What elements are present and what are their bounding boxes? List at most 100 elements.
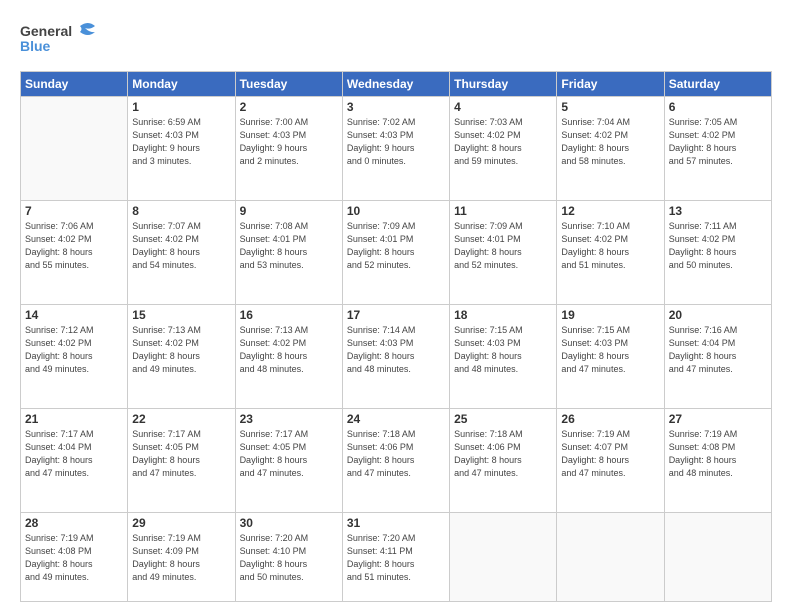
calendar-cell: 19 Sunrise: 7:15 AM Sunset: 4:03 PM Dayli… bbox=[557, 305, 664, 409]
day-info: Sunrise: 7:05 AM Sunset: 4:02 PM Dayligh… bbox=[669, 116, 767, 168]
calendar-cell: 30 Sunrise: 7:20 AM Sunset: 4:10 PM Dayli… bbox=[235, 513, 342, 602]
calendar-cell: 24 Sunrise: 7:18 AM Sunset: 4:06 PM Dayli… bbox=[342, 409, 449, 513]
day-number: 13 bbox=[669, 204, 767, 218]
day-info: Sunrise: 7:16 AM Sunset: 4:04 PM Dayligh… bbox=[669, 324, 767, 376]
week-row-1: 1 Sunrise: 6:59 AM Sunset: 4:03 PM Daylig… bbox=[21, 97, 772, 201]
day-info: Sunrise: 7:14 AM Sunset: 4:03 PM Dayligh… bbox=[347, 324, 445, 376]
day-number: 3 bbox=[347, 100, 445, 114]
day-number: 20 bbox=[669, 308, 767, 322]
calendar-cell: 14 Sunrise: 7:12 AM Sunset: 4:02 PM Dayli… bbox=[21, 305, 128, 409]
day-number: 28 bbox=[25, 516, 123, 530]
header: General Blue bbox=[20, 18, 772, 63]
day-number: 18 bbox=[454, 308, 552, 322]
day-header-monday: Monday bbox=[128, 72, 235, 97]
day-number: 29 bbox=[132, 516, 230, 530]
calendar-cell bbox=[450, 513, 557, 602]
day-number: 5 bbox=[561, 100, 659, 114]
calendar-cell: 7 Sunrise: 7:06 AM Sunset: 4:02 PM Daylig… bbox=[21, 201, 128, 305]
logo: General Blue bbox=[20, 18, 100, 63]
calendar-cell: 12Sunrise: 7:10 AM Sunset: 4:02 PM Dayli… bbox=[557, 201, 664, 305]
logo-container: General Blue bbox=[20, 18, 100, 63]
day-number: 23 bbox=[240, 412, 338, 426]
day-number: 12 bbox=[561, 204, 659, 218]
day-header-wednesday: Wednesday bbox=[342, 72, 449, 97]
week-row-3: 14 Sunrise: 7:12 AM Sunset: 4:02 PM Dayli… bbox=[21, 305, 772, 409]
day-number: 9 bbox=[240, 204, 338, 218]
day-number: 31 bbox=[347, 516, 445, 530]
day-number: 11 bbox=[454, 204, 552, 218]
day-number: 24 bbox=[347, 412, 445, 426]
day-number: 19 bbox=[561, 308, 659, 322]
week-row-5: 28 Sunrise: 7:19 AM Sunset: 4:08 PM Dayli… bbox=[21, 513, 772, 602]
day-number: 2 bbox=[240, 100, 338, 114]
day-number: 1 bbox=[132, 100, 230, 114]
calendar-cell: 10 Sunrise: 7:09 AM Sunset: 4:01 PM Dayli… bbox=[342, 201, 449, 305]
day-number: 17 bbox=[347, 308, 445, 322]
day-info: Sunrise: 7:03 AM Sunset: 4:02 PM Dayligh… bbox=[454, 116, 552, 168]
calendar-cell: 16 Sunrise: 7:13 AM Sunset: 4:02 PM Dayli… bbox=[235, 305, 342, 409]
calendar-cell: 23 Sunrise: 7:17 AM Sunset: 4:05 PM Dayli… bbox=[235, 409, 342, 513]
day-number: 26 bbox=[561, 412, 659, 426]
week-row-4: 21 Sunrise: 7:17 AM Sunset: 4:04 PM Dayli… bbox=[21, 409, 772, 513]
day-info: Sunrise: 7:02 AM Sunset: 4:03 PM Dayligh… bbox=[347, 116, 445, 168]
day-number: 16 bbox=[240, 308, 338, 322]
svg-text:Blue: Blue bbox=[20, 38, 51, 54]
calendar-cell bbox=[664, 513, 771, 602]
calendar-cell: 1 Sunrise: 6:59 AM Sunset: 4:03 PM Daylig… bbox=[128, 97, 235, 201]
day-header-sunday: Sunday bbox=[21, 72, 128, 97]
day-number: 7 bbox=[25, 204, 123, 218]
calendar-cell: 9 Sunrise: 7:08 AM Sunset: 4:01 PM Daylig… bbox=[235, 201, 342, 305]
day-number: 30 bbox=[240, 516, 338, 530]
svg-text:General: General bbox=[20, 23, 72, 39]
day-number: 8 bbox=[132, 204, 230, 218]
day-info: Sunrise: 7:11 AM Sunset: 4:02 PM Dayligh… bbox=[669, 220, 767, 272]
calendar-cell bbox=[21, 97, 128, 201]
day-info: Sunrise: 6:59 AM Sunset: 4:03 PM Dayligh… bbox=[132, 116, 230, 168]
day-info: Sunrise: 7:04 AM Sunset: 4:02 PM Dayligh… bbox=[561, 116, 659, 168]
logo-svg: General Blue bbox=[20, 18, 100, 58]
day-number: 14 bbox=[25, 308, 123, 322]
day-number: 21 bbox=[25, 412, 123, 426]
day-header-tuesday: Tuesday bbox=[235, 72, 342, 97]
calendar-cell: 4 Sunrise: 7:03 AM Sunset: 4:02 PM Daylig… bbox=[450, 97, 557, 201]
calendar-cell: 5 Sunrise: 7:04 AM Sunset: 4:02 PM Daylig… bbox=[557, 97, 664, 201]
day-number: 22 bbox=[132, 412, 230, 426]
day-info: Sunrise: 7:09 AM Sunset: 4:01 PM Dayligh… bbox=[454, 220, 552, 272]
day-header-thursday: Thursday bbox=[450, 72, 557, 97]
day-info: Sunrise: 7:17 AM Sunset: 4:05 PM Dayligh… bbox=[132, 428, 230, 480]
day-info: Sunrise: 7:13 AM Sunset: 4:02 PM Dayligh… bbox=[240, 324, 338, 376]
day-info: Sunrise: 7:17 AM Sunset: 4:05 PM Dayligh… bbox=[240, 428, 338, 480]
day-info: Sunrise: 7:07 AM Sunset: 4:02 PM Dayligh… bbox=[132, 220, 230, 272]
day-info: Sunrise: 7:20 AM Sunset: 4:10 PM Dayligh… bbox=[240, 532, 338, 584]
calendar-cell: 11 Sunrise: 7:09 AM Sunset: 4:01 PM Dayli… bbox=[450, 201, 557, 305]
calendar-cell: 29Sunrise: 7:19 AM Sunset: 4:09 PM Dayli… bbox=[128, 513, 235, 602]
page: General Blue SundayMondayTuesdayWednesda… bbox=[0, 0, 792, 612]
calendar-header-row: SundayMondayTuesdayWednesdayThursdayFrid… bbox=[21, 72, 772, 97]
day-number: 4 bbox=[454, 100, 552, 114]
calendar-cell: 28 Sunrise: 7:19 AM Sunset: 4:08 PM Dayli… bbox=[21, 513, 128, 602]
day-info: Sunrise: 7:18 AM Sunset: 4:06 PM Dayligh… bbox=[347, 428, 445, 480]
calendar-cell: 2 Sunrise: 7:00 AM Sunset: 4:03 PM Daylig… bbox=[235, 97, 342, 201]
calendar-cell: 8 Sunrise: 7:07 AM Sunset: 4:02 PM Daylig… bbox=[128, 201, 235, 305]
day-info: Sunrise: 7:15 AM Sunset: 4:03 PM Dayligh… bbox=[561, 324, 659, 376]
day-info: Sunrise: 7:08 AM Sunset: 4:01 PM Dayligh… bbox=[240, 220, 338, 272]
day-info: Sunrise: 7:20 AM Sunset: 4:11 PM Dayligh… bbox=[347, 532, 445, 584]
calendar-table: SundayMondayTuesdayWednesdayThursdayFrid… bbox=[20, 71, 772, 602]
calendar-cell: 3 Sunrise: 7:02 AM Sunset: 4:03 PM Daylig… bbox=[342, 97, 449, 201]
calendar-cell bbox=[557, 513, 664, 602]
day-number: 10 bbox=[347, 204, 445, 218]
calendar-cell: 27Sunrise: 7:19 AM Sunset: 4:08 PM Dayli… bbox=[664, 409, 771, 513]
calendar-cell: 15Sunrise: 7:13 AM Sunset: 4:02 PM Dayli… bbox=[128, 305, 235, 409]
day-header-friday: Friday bbox=[557, 72, 664, 97]
calendar-cell: 21 Sunrise: 7:17 AM Sunset: 4:04 PM Dayli… bbox=[21, 409, 128, 513]
day-info: Sunrise: 7:18 AM Sunset: 4:06 PM Dayligh… bbox=[454, 428, 552, 480]
day-info: Sunrise: 7:09 AM Sunset: 4:01 PM Dayligh… bbox=[347, 220, 445, 272]
day-info: Sunrise: 7:19 AM Sunset: 4:07 PM Dayligh… bbox=[561, 428, 659, 480]
day-info: Sunrise: 7:12 AM Sunset: 4:02 PM Dayligh… bbox=[25, 324, 123, 376]
calendar-cell: 22 Sunrise: 7:17 AM Sunset: 4:05 PM Dayli… bbox=[128, 409, 235, 513]
day-info: Sunrise: 7:17 AM Sunset: 4:04 PM Dayligh… bbox=[25, 428, 123, 480]
day-info: Sunrise: 7:06 AM Sunset: 4:02 PM Dayligh… bbox=[25, 220, 123, 272]
calendar-cell: 18Sunrise: 7:15 AM Sunset: 4:03 PM Dayli… bbox=[450, 305, 557, 409]
day-info: Sunrise: 7:00 AM Sunset: 4:03 PM Dayligh… bbox=[240, 116, 338, 168]
day-info: Sunrise: 7:19 AM Sunset: 4:08 PM Dayligh… bbox=[25, 532, 123, 584]
